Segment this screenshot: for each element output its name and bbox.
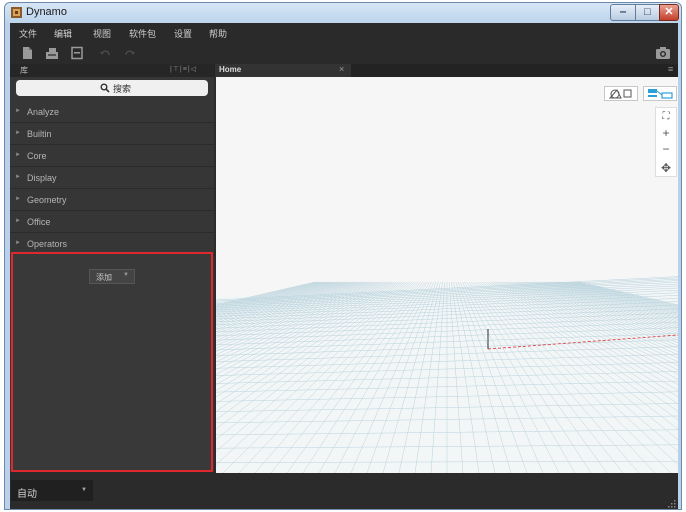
library-search-box[interactable]: 搜索 bbox=[16, 80, 208, 96]
view-navigation-panel: ⛶ + − ✥ bbox=[655, 107, 677, 177]
add-button[interactable]: 添加 ▼ bbox=[89, 269, 135, 284]
library-item-geometry[interactable]: ► Geometry bbox=[10, 190, 214, 211]
new-file-icon[interactable] bbox=[20, 46, 34, 60]
toolbar bbox=[10, 42, 678, 64]
save-icon[interactable] bbox=[70, 46, 84, 60]
library-panel: 搜索 ► Analyze ► Builtin ► Core ► Display … bbox=[10, 77, 214, 472]
zoom-in-icon[interactable]: + bbox=[656, 125, 676, 141]
library-item-core[interactable]: ► Core bbox=[10, 146, 214, 167]
library-header: 库 |⊤|≡|◁ bbox=[10, 64, 214, 77]
library-item-label: Operators bbox=[27, 239, 68, 249]
dynamo-window: Dynamo ‒ □ ✕ 文件 编辑 视图 软件包 设置 帮助 库 |⊤|≡|◁… bbox=[4, 2, 682, 510]
tab-home[interactable]: Home × bbox=[215, 64, 351, 77]
chevron-down-icon: ▼ bbox=[123, 272, 129, 278]
tab-home-label: Home bbox=[219, 65, 242, 74]
library-item-label: Office bbox=[27, 217, 51, 227]
zoom-fit-icon[interactable]: ⛶ bbox=[656, 109, 676, 125]
library-item-label: Geometry bbox=[27, 195, 67, 205]
status-bar: 自动 ▼ bbox=[10, 473, 678, 509]
chevron-down-icon: ▼ bbox=[81, 487, 87, 493]
geometry-view-toggle[interactable] bbox=[604, 86, 638, 101]
library-title: 库 bbox=[20, 66, 28, 75]
pan-icon[interactable]: ✥ bbox=[656, 160, 676, 176]
close-tab-icon[interactable]: × bbox=[339, 64, 344, 74]
expand-arrow-icon: ► bbox=[15, 152, 21, 158]
menu-packages[interactable]: 软件包 bbox=[129, 27, 156, 40]
redo-icon[interactable] bbox=[123, 46, 137, 60]
search-icon bbox=[100, 83, 110, 93]
library-item-office[interactable]: ► Office bbox=[10, 212, 214, 233]
screenshot-icon[interactable] bbox=[655, 46, 671, 60]
resize-grip-icon[interactable] bbox=[666, 498, 676, 508]
maximize-button[interactable]: □ bbox=[635, 4, 660, 21]
add-button-label: 添加 bbox=[96, 273, 112, 282]
library-item-label: Display bbox=[27, 173, 57, 183]
title-bar: Dynamo ‒ □ ✕ bbox=[5, 3, 681, 23]
library-item-analyze[interactable]: ► Analyze bbox=[10, 102, 214, 123]
minimize-button[interactable]: ‒ bbox=[610, 4, 636, 21]
expand-arrow-icon: ► bbox=[15, 196, 21, 202]
run-mode-label: 自动 bbox=[17, 489, 37, 500]
3d-background-preview[interactable]: ⛶ + − ✥ bbox=[216, 77, 678, 473]
geometry-view-icon bbox=[608, 89, 632, 99]
zoom-out-icon[interactable]: − bbox=[656, 141, 676, 157]
undo-icon[interactable] bbox=[98, 46, 112, 60]
library-item-label: Analyze bbox=[27, 107, 60, 117]
library-view-controls[interactable]: |⊤|≡|◁ bbox=[170, 65, 197, 73]
library-item-display[interactable]: ► Display bbox=[10, 168, 214, 189]
graph-view-icon bbox=[648, 89, 673, 99]
expand-arrow-icon: ► bbox=[15, 218, 21, 224]
search-label: 搜索 bbox=[113, 84, 132, 94]
library-item-builtin[interactable]: ► Builtin bbox=[10, 124, 214, 145]
library-item-label: Builtin bbox=[27, 129, 52, 139]
menu-view[interactable]: 视图 bbox=[93, 27, 111, 40]
expand-arrow-icon: ► bbox=[15, 108, 21, 114]
addons-section: 添加 ▼ bbox=[11, 252, 213, 472]
expand-arrow-icon: ► bbox=[15, 240, 21, 246]
menu-edit[interactable]: 编辑 bbox=[54, 27, 72, 40]
tab-menu-icon[interactable]: ≡ bbox=[668, 64, 673, 74]
expand-arrow-icon: ► bbox=[15, 174, 21, 180]
menu-settings[interactable]: 设置 bbox=[174, 27, 192, 40]
close-button[interactable]: ✕ bbox=[659, 4, 679, 21]
graph-view-toggle[interactable] bbox=[643, 86, 677, 101]
menu-bar: 文件 编辑 视图 软件包 设置 帮助 bbox=[10, 23, 678, 42]
library-item-label: Core bbox=[27, 151, 47, 161]
dynamo-app-icon bbox=[11, 7, 22, 18]
menu-file[interactable]: 文件 bbox=[19, 27, 37, 40]
window-title: Dynamo bbox=[26, 6, 67, 18]
open-icon[interactable] bbox=[45, 46, 59, 60]
menu-help[interactable]: 帮助 bbox=[209, 27, 227, 40]
run-mode-dropdown[interactable]: 自动 ▼ bbox=[11, 480, 93, 501]
app-client-area: 文件 编辑 视图 软件包 设置 帮助 库 |⊤|≡|◁ Home × ≡ 搜索 … bbox=[10, 23, 678, 509]
tab-row: 库 |⊤|≡|◁ Home × ≡ bbox=[10, 64, 678, 77]
expand-arrow-icon: ► bbox=[15, 130, 21, 136]
ground-grid bbox=[216, 276, 678, 473]
